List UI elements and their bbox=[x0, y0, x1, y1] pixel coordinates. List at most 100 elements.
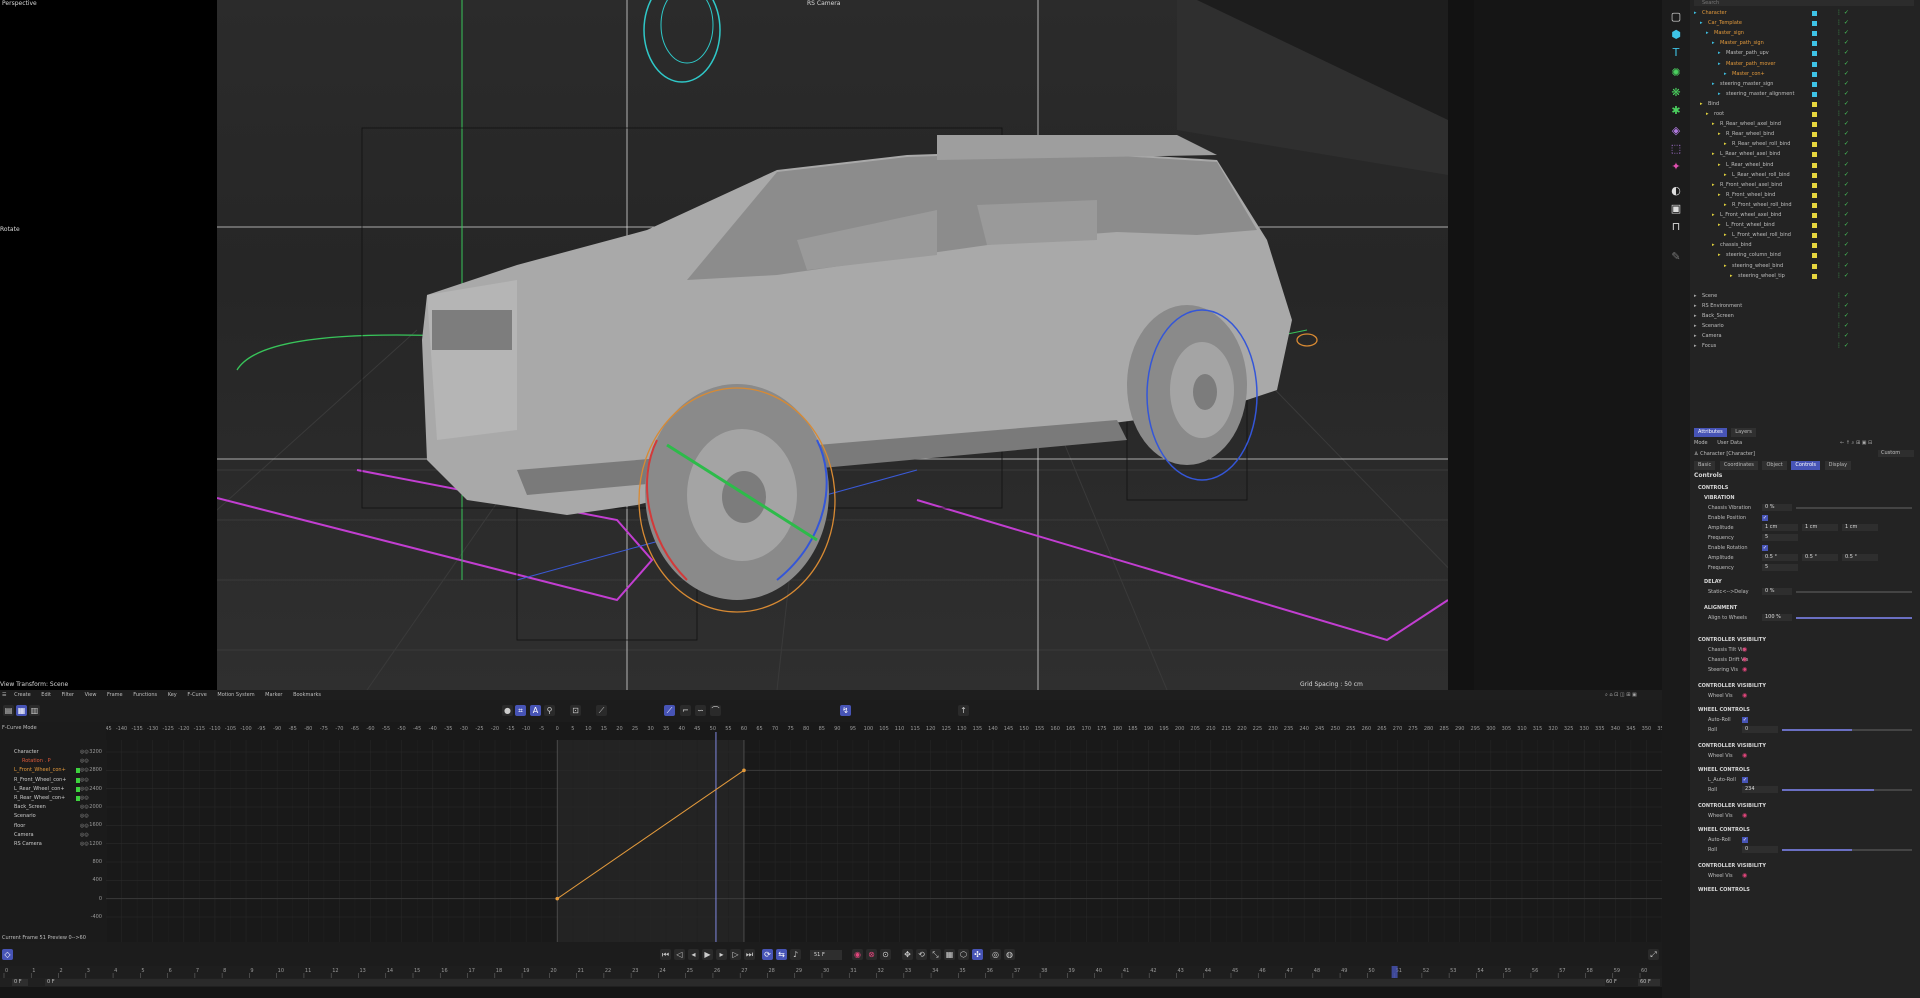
track-visibility-icon[interactable]: ◎◎ bbox=[80, 766, 89, 775]
track-visibility-icon[interactable]: ◎◎ bbox=[80, 803, 89, 812]
deformer-icon[interactable]: ✱ bbox=[1669, 104, 1683, 118]
range-slider[interactable] bbox=[45, 979, 1605, 986]
track-visibility-icon[interactable]: ◎◎ bbox=[80, 776, 89, 785]
visibility-check-icon[interactable]: ⋮ ✓ bbox=[1836, 18, 1849, 28]
mograph-icon[interactable]: ✦ bbox=[1669, 160, 1683, 174]
object-row[interactable]: ▸ Scenario ⋮ ✓ bbox=[1690, 321, 1920, 331]
visibility-check-icon[interactable]: ⋮ ✓ bbox=[1836, 331, 1849, 341]
object-row[interactable]: ▸ RS Environment ⋮ ✓ bbox=[1690, 301, 1920, 311]
layer-color-swatch[interactable] bbox=[1812, 243, 1817, 249]
amplitude-rot-b-field[interactable]: 0.5 ° bbox=[1842, 554, 1878, 561]
object-expand-icon[interactable]: ▸ bbox=[1712, 119, 1715, 129]
visibility-check-icon[interactable]: ⋮ ✓ bbox=[1836, 48, 1849, 58]
object-expand-icon[interactable]: ▸ bbox=[1718, 59, 1721, 69]
object-expand-icon[interactable]: ▸ bbox=[1694, 291, 1697, 301]
menu-motion-system[interactable]: Motion System bbox=[217, 692, 254, 698]
prev-frame-icon[interactable]: ◂ bbox=[688, 949, 699, 960]
menu-filter[interactable]: Filter bbox=[62, 692, 74, 698]
object-row[interactable]: ▸ L_Rear_wheel_roll_bind ⋮ ✓ bbox=[1690, 170, 1920, 180]
object-expand-icon[interactable]: ▸ bbox=[1712, 240, 1715, 250]
track-visibility-icon[interactable]: ◎◎ bbox=[80, 822, 89, 831]
object-row[interactable]: ▸ R_Front_wheel_roll_bind ⋮ ✓ bbox=[1690, 200, 1920, 210]
menu-create[interactable]: Create bbox=[14, 692, 31, 698]
visibility-check-icon[interactable]: ⋮ ✓ bbox=[1836, 271, 1849, 281]
link-icon[interactable]: ⌗ bbox=[515, 705, 526, 716]
object-row[interactable]: ▸ L_Front_wheel_axel_bind ⋮ ✓ bbox=[1690, 210, 1920, 220]
snap-icon[interactable]: ↯ bbox=[840, 705, 851, 716]
object-row[interactable]: ▸ L_Rear_wheel_bind ⋮ ✓ bbox=[1690, 160, 1920, 170]
amplitude-z-field[interactable]: 1 cm bbox=[1842, 524, 1878, 531]
chassis-drift-eye-icon[interactable]: ◉ bbox=[1742, 655, 1747, 665]
amplitude-rot-h-field[interactable]: 0.5 ° bbox=[1762, 554, 1798, 561]
visibility-check-icon[interactable]: ⋮ ✓ bbox=[1836, 230, 1849, 240]
object-row[interactable] bbox=[1690, 281, 1920, 291]
menu-view[interactable]: View bbox=[85, 692, 97, 698]
object-row[interactable]: ▸ R_Rear_wheel_roll_bind ⋮ ✓ bbox=[1690, 139, 1920, 149]
layer-color-swatch[interactable] bbox=[1812, 263, 1817, 269]
object-expand-icon[interactable]: ▸ bbox=[1694, 8, 1697, 18]
frame-all-icon[interactable]: ⊡ bbox=[570, 705, 581, 716]
track-visibility-icon[interactable]: ◎◎ bbox=[80, 757, 89, 766]
tag-icon[interactable]: ◈ bbox=[1669, 124, 1683, 138]
menu-functions[interactable]: Functions bbox=[133, 692, 157, 698]
sound-icon[interactable]: ♪ bbox=[790, 949, 801, 960]
preset-dropdown[interactable]: Custom bbox=[1878, 450, 1914, 457]
goto-end-icon[interactable]: ⏭ bbox=[744, 949, 755, 960]
visibility-check-icon[interactable]: ⋮ ✓ bbox=[1836, 160, 1849, 170]
visibility-check-icon[interactable]: ⋮ ✓ bbox=[1836, 220, 1849, 230]
object-row[interactable]: ▸ Focus ⋮ ✓ bbox=[1690, 341, 1920, 351]
keyframe-point[interactable] bbox=[742, 768, 746, 773]
object-row[interactable]: ▸ Back_Screen ⋮ ✓ bbox=[1690, 311, 1920, 321]
menu-bookmarks[interactable]: Bookmarks bbox=[293, 692, 321, 698]
visibility-check-icon[interactable]: ⋮ ✓ bbox=[1836, 240, 1849, 250]
delay-header[interactable]: DELAY bbox=[1690, 577, 1920, 587]
layer-color-swatch[interactable] bbox=[1812, 81, 1817, 87]
key-point-icon[interactable]: ✣ bbox=[972, 949, 983, 960]
visibility-check-icon[interactable]: ⋮ ✓ bbox=[1836, 119, 1849, 129]
next-key-icon[interactable]: ▷ bbox=[730, 949, 741, 960]
layer-color-swatch[interactable] bbox=[1812, 172, 1817, 178]
wheel-vis-eye-icon-3[interactable]: ◉ bbox=[1742, 811, 1747, 821]
object-row[interactable]: ▸ Master_con+ ⋮ ✓ bbox=[1690, 69, 1920, 79]
text-icon[interactable]: T bbox=[1669, 46, 1683, 60]
object-expand-icon[interactable]: ▸ bbox=[1718, 48, 1721, 58]
object-row[interactable]: ▸ root ⋮ ✓ bbox=[1690, 109, 1920, 119]
object-expand-icon[interactable]: ▸ bbox=[1724, 170, 1727, 180]
range-start-field-2[interactable]: 0 F bbox=[47, 979, 55, 986]
track-row[interactable]: Camera ◎◎ bbox=[0, 831, 106, 840]
alignment-header[interactable]: ALIGNMENT bbox=[1690, 603, 1920, 613]
object-expand-icon[interactable]: ▸ bbox=[1706, 28, 1709, 38]
object-expand-icon[interactable]: ▸ bbox=[1718, 220, 1721, 230]
layer-color-swatch[interactable] bbox=[1812, 132, 1817, 138]
object-row[interactable]: ▸ Master_sign ⋮ ✓ bbox=[1690, 28, 1920, 38]
object-expand-icon[interactable]: ▸ bbox=[1694, 321, 1697, 331]
tab-object[interactable]: Object bbox=[1762, 461, 1787, 470]
tab-controls[interactable]: Controls bbox=[1791, 461, 1821, 470]
object-expand-icon[interactable]: ▸ bbox=[1706, 109, 1709, 119]
roll-slider-1[interactable] bbox=[1782, 729, 1912, 731]
layer-color-swatch[interactable] bbox=[1812, 253, 1817, 259]
controller-vis-header-5[interactable]: CONTROLLER VISIBILITY bbox=[1690, 861, 1920, 871]
visibility-check-icon[interactable]: ⋮ ✓ bbox=[1836, 321, 1849, 331]
menu-key[interactable]: Key bbox=[168, 692, 177, 698]
roll-field-2[interactable]: 234 bbox=[1742, 786, 1778, 793]
track-visibility-icon[interactable]: ◎◎ bbox=[80, 840, 89, 849]
playback-rate-icon[interactable]: ◎ bbox=[990, 949, 1001, 960]
layer-color-swatch[interactable] bbox=[1812, 71, 1817, 77]
visibility-check-icon[interactable]: ⋮ ✓ bbox=[1836, 59, 1849, 69]
roll-slider-3[interactable] bbox=[1782, 849, 1912, 851]
tab-layers[interactable]: Layers bbox=[1731, 428, 1756, 437]
frequency-rot-field[interactable]: 5 bbox=[1762, 564, 1798, 571]
dopesheet-mode-icon[interactable]: ▤ bbox=[3, 705, 14, 716]
range-end-field-2[interactable]: 60 F bbox=[1638, 979, 1660, 986]
roll-slider-2[interactable] bbox=[1782, 789, 1912, 791]
object-expand-icon[interactable]: ▸ bbox=[1712, 180, 1715, 190]
wheel-vis-eye-icon-4[interactable]: ◉ bbox=[1742, 871, 1747, 881]
visibility-check-icon[interactable]: ⋮ ✓ bbox=[1836, 69, 1849, 79]
loop-icon[interactable]: ⟳ bbox=[762, 949, 773, 960]
key-position-icon[interactable]: ✥ bbox=[902, 949, 913, 960]
align-wheels-slider[interactable] bbox=[1796, 617, 1912, 619]
range-start-field[interactable]: 0 F bbox=[12, 979, 28, 986]
object-expand-icon[interactable]: ▸ bbox=[1718, 190, 1721, 200]
expand-timeline-icon[interactable]: ⤢ bbox=[1648, 949, 1659, 960]
